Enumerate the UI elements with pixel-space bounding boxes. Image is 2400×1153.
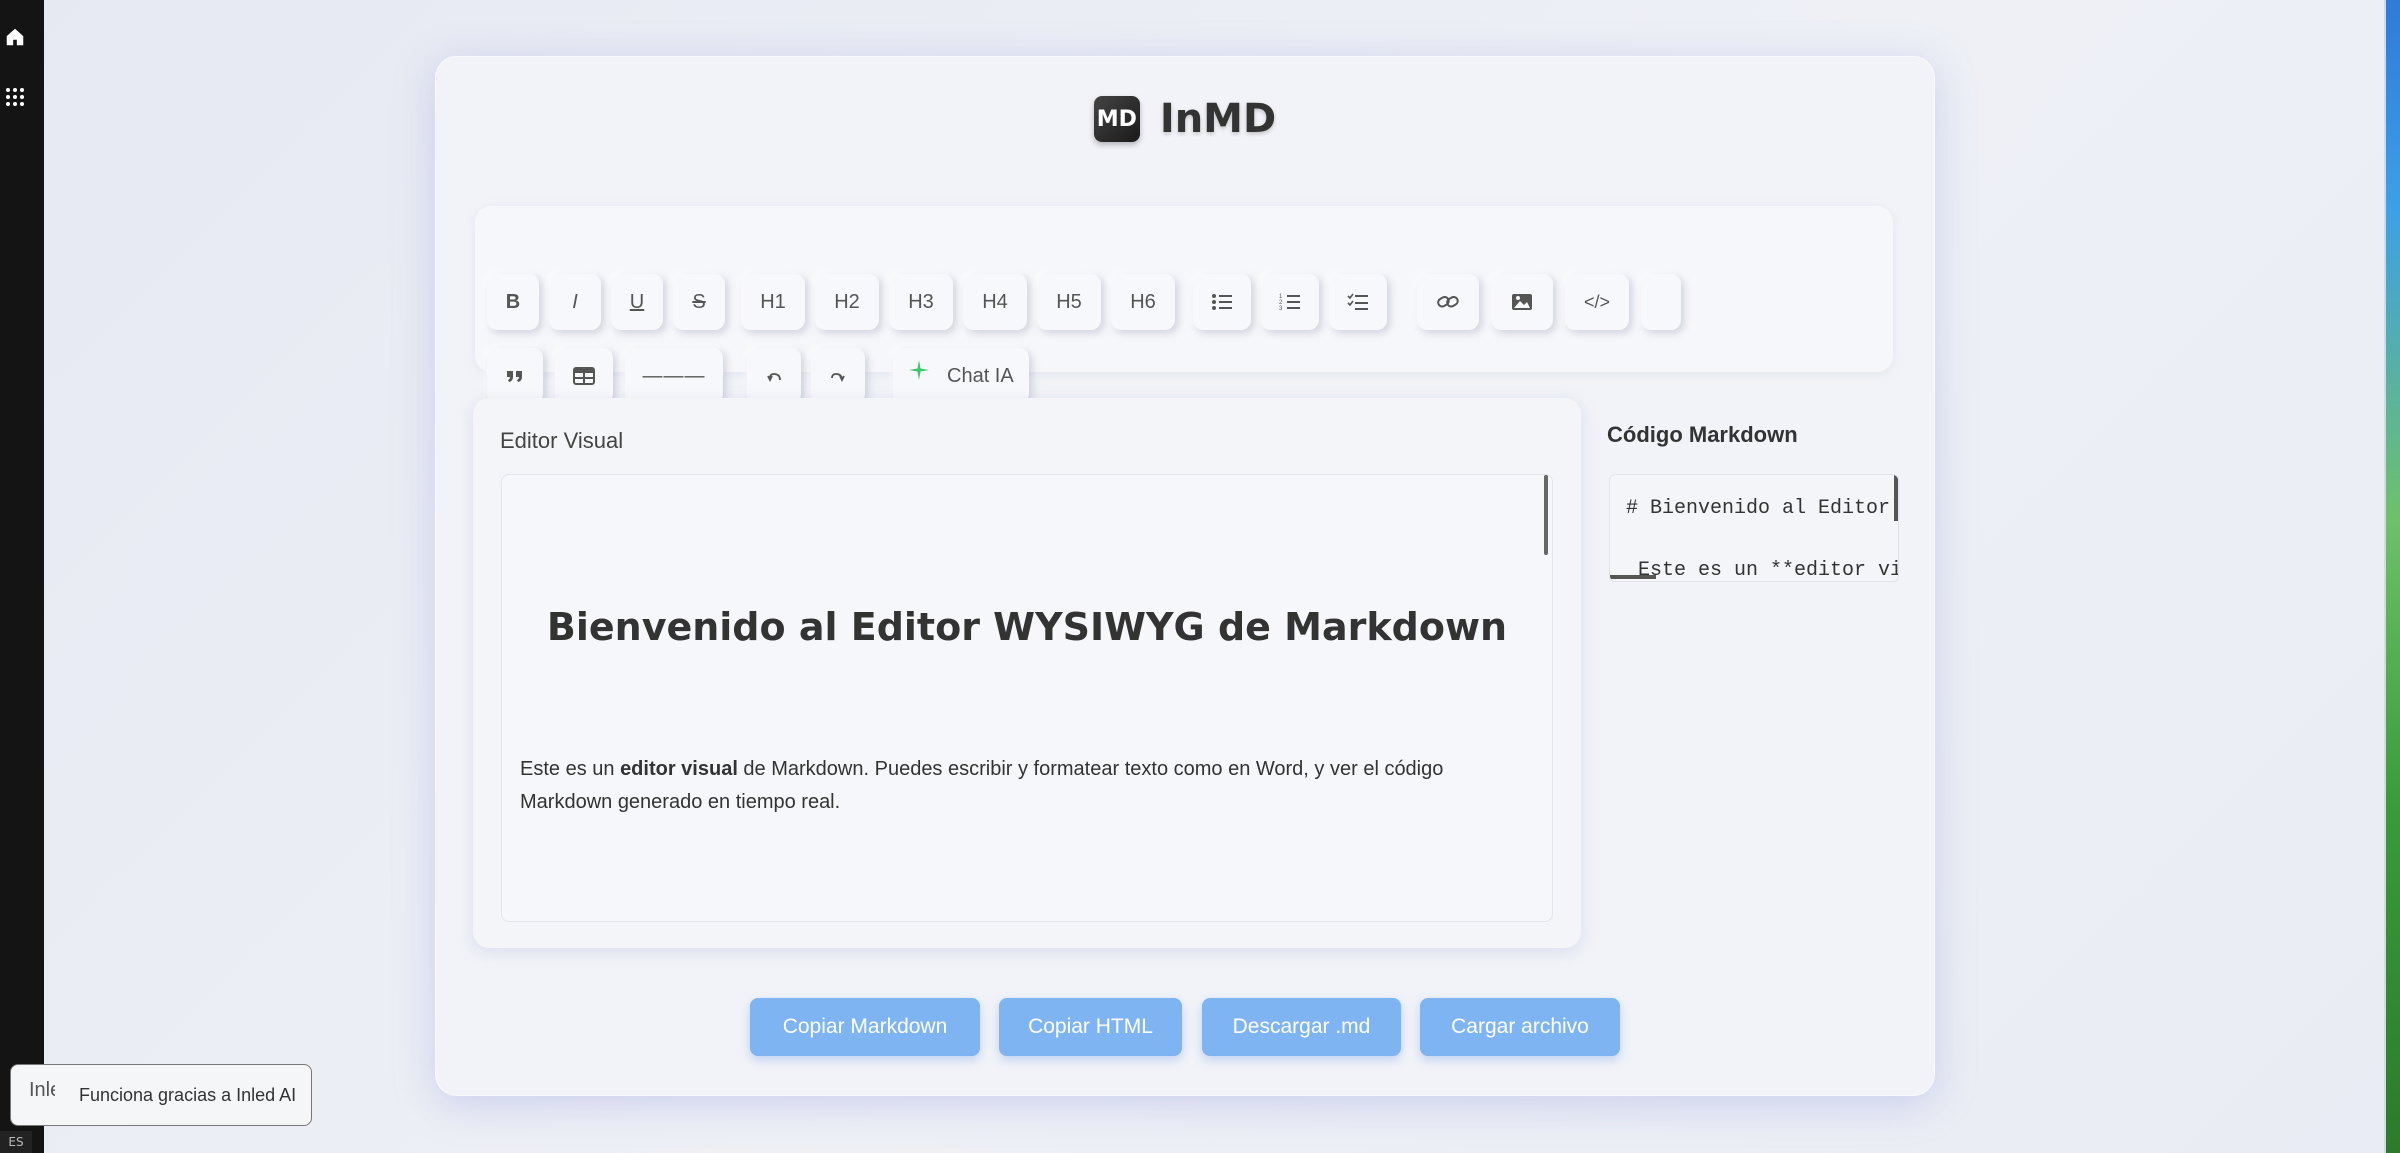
bullet-list-icon (1212, 294, 1232, 310)
paragraph-text-start: Este es un (520, 758, 621, 780)
undo-button[interactable] (747, 348, 801, 404)
task-list-button[interactable] (1329, 274, 1387, 330)
markdown-code-label: Código Markdown (1607, 422, 1798, 447)
sparkle-icon (909, 360, 929, 380)
formatting-toolbar: B I U S H1 H2 H3 H4 H5 H6 1 2 3 </> ——— … (475, 206, 1893, 404)
app-title: InMD (1159, 96, 1277, 142)
heading-5-button[interactable]: H5 (1037, 274, 1101, 330)
heading-3-button[interactable]: H3 (889, 274, 953, 330)
underline-button[interactable]: U (611, 274, 663, 330)
chat-ia-label: Chat IA (947, 365, 1014, 387)
paragraph-bold-text: editor visual (620, 758, 738, 780)
bold-button[interactable]: B (487, 274, 539, 330)
document-paragraph: Este es un editor visual de Markdown. Pu… (520, 753, 1480, 819)
home-icon[interactable] (4, 26, 26, 48)
numbered-list-button[interactable]: 1 2 3 (1261, 274, 1319, 330)
quote-icon (507, 371, 522, 382)
desktop-wallpaper (2386, 0, 2400, 1153)
heading-2-button[interactable]: H2 (815, 274, 879, 330)
task-list-icon (1347, 293, 1368, 310)
powered-by-toast[interactable]: Inled Funciona gracias a Inled AI (10, 1064, 312, 1126)
redo-icon (831, 373, 845, 382)
heading-6-button[interactable]: H6 (1111, 274, 1175, 330)
editor-scrollbar[interactable] (1544, 475, 1548, 555)
link-button[interactable] (1417, 274, 1479, 330)
extra-button[interactable] (1641, 274, 1681, 330)
download-md-button[interactable]: Descargar .md (1202, 998, 1401, 1056)
table-icon (573, 367, 595, 385)
quote-button[interactable] (487, 348, 543, 404)
strikethrough-button[interactable]: S (673, 274, 725, 330)
markdown-line: # Bienvenido al Editor (1626, 497, 1891, 520)
toast-background-text: Inled (29, 1079, 55, 1101)
image-icon (1512, 294, 1532, 310)
document-heading: Bienvenido al Editor WYSIWYG de Markdown (546, 605, 1508, 649)
heading-4-button[interactable]: H4 (963, 274, 1027, 330)
numbered-list-icon: 1 2 3 (1279, 294, 1300, 312)
markdown-vertical-scrollbar[interactable] (1894, 475, 1898, 521)
markdown-line: Este es un **editor vi (1638, 559, 1899, 582)
visual-editor-label: Editor Visual (500, 428, 624, 453)
horizontal-rule-button[interactable]: ——— (625, 348, 723, 404)
apps-grid-icon[interactable] (4, 86, 26, 108)
undo-icon (767, 373, 781, 382)
app-header: MD InMD (435, 96, 1935, 142)
language-badge[interactable]: ES (0, 1131, 32, 1153)
image-button[interactable] (1491, 274, 1553, 330)
markdown-horizontal-scrollbar[interactable] (1610, 575, 1656, 579)
link-icon (1437, 296, 1459, 308)
table-button[interactable] (555, 348, 613, 404)
redo-button[interactable] (811, 348, 865, 404)
app-logo: MD (1093, 96, 1140, 142)
copy-markdown-button[interactable]: Copiar Markdown (750, 998, 980, 1056)
copy-html-button[interactable]: Copiar HTML (999, 998, 1182, 1056)
bullet-list-button[interactable] (1193, 274, 1251, 330)
visual-editor-area[interactable]: Bienvenido al Editor WYSIWYG de Markdown… (501, 474, 1553, 922)
load-file-button[interactable]: Cargar archivo (1420, 998, 1620, 1056)
visual-editor-panel: Editor Visual Bienvenido al Editor WYSIW… (473, 398, 1581, 948)
svg-text:3: 3 (1279, 306, 1283, 312)
chat-ia-button[interactable]: Chat IA (893, 348, 1029, 404)
toast-text: Funciona gracias a Inled AI (79, 1085, 297, 1105)
heading-1-button[interactable]: H1 (741, 274, 805, 330)
app-card: MD InMD B I U S H1 H2 H3 H4 H5 H6 1 2 3 (435, 56, 1935, 1096)
markdown-code-area[interactable]: # Bienvenido al Editor Este es un **edit… (1609, 474, 1899, 582)
os-sidebar: ES (0, 0, 44, 1153)
italic-button[interactable]: I (549, 274, 601, 330)
code-button[interactable]: </> (1565, 274, 1629, 330)
